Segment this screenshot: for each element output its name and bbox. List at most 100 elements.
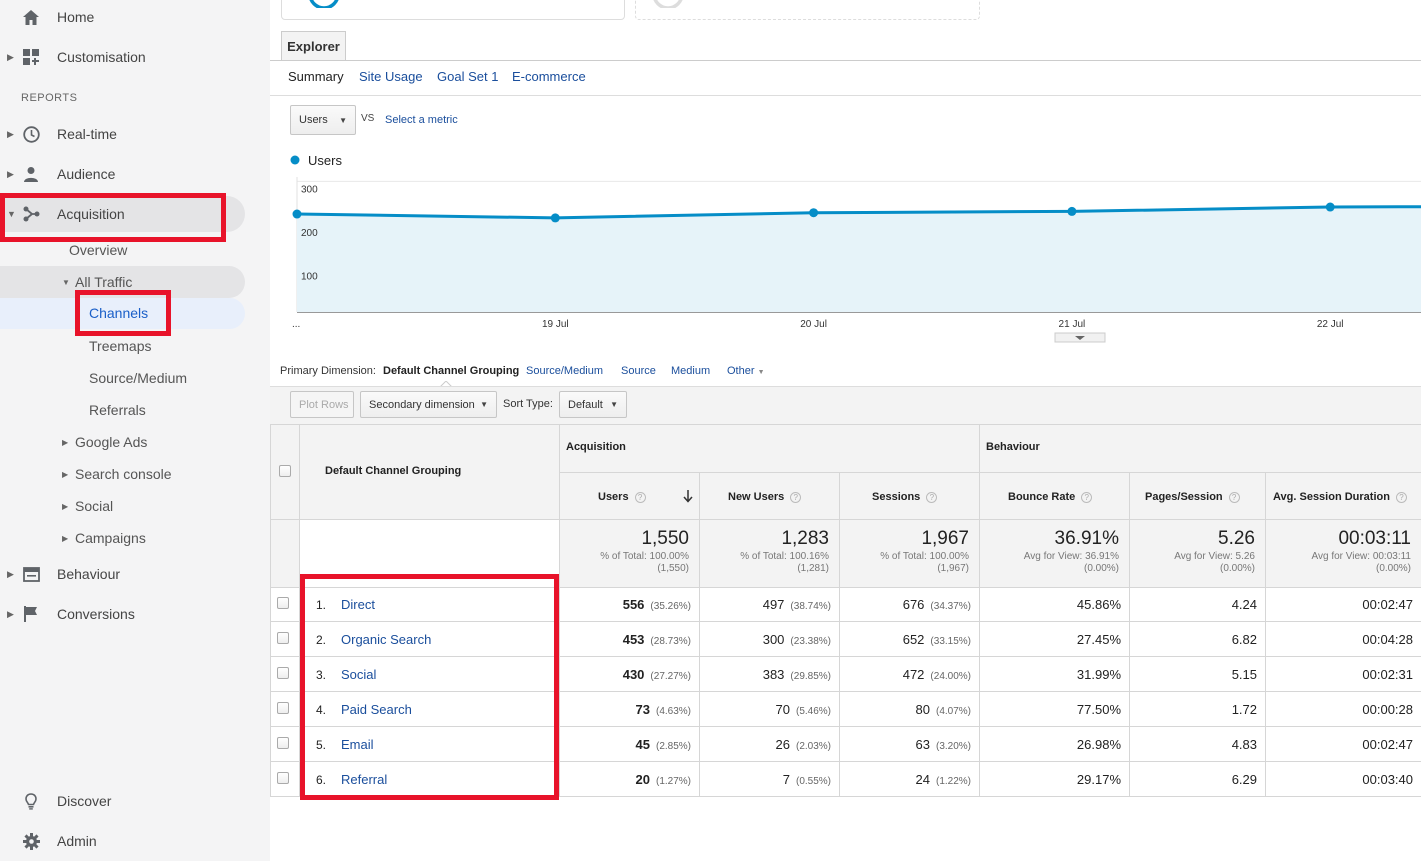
users-cell-value: 453 — [622, 632, 645, 647]
nav-source-medium[interactable]: Source/Medium — [89, 363, 187, 393]
channel-link[interactable]: Paid Search — [341, 702, 412, 717]
nav-discover[interactable]: Discover — [0, 784, 270, 818]
total-note-line: (1,550) — [657, 563, 689, 574]
col-header-avg-session-duration[interactable]: Avg. Session Duration? — [1273, 491, 1407, 503]
secondary-dimension-select[interactable]: Secondary dimension ▼ — [360, 391, 497, 418]
dropdown-arrow-icon: ▼ — [610, 400, 618, 409]
dimension-source[interactable]: Source — [621, 365, 656, 377]
data-point[interactable] — [292, 209, 302, 219]
users-cell-percent: (28.73%) — [650, 636, 691, 647]
sort-type-label: Sort Type: — [503, 398, 553, 410]
row-checkbox[interactable] — [277, 632, 289, 644]
tab-explorer[interactable]: Explorer — [281, 31, 346, 61]
users-cell-percent: (35.26%) — [650, 601, 691, 612]
subtab-divider — [270, 95, 1421, 96]
col-header-pages-session[interactable]: Pages/Session? — [1145, 491, 1240, 503]
nav-all-traffic[interactable]: ▼ All Traffic — [0, 267, 245, 297]
totals-label-cell — [299, 519, 559, 587]
channel-link[interactable]: Referral — [341, 772, 387, 787]
channel-link[interactable]: Direct — [341, 597, 375, 612]
total-note-line: % of Total: 100.00% — [880, 551, 969, 562]
nav-audience[interactable]: ▶ Audience — [0, 157, 270, 191]
x-tick-label: 19 Jul — [542, 319, 569, 330]
nav-acquisition[interactable]: ▼ Acquisition — [0, 197, 270, 231]
select-metric-link[interactable]: Select a metric — [385, 114, 458, 126]
nav-home[interactable]: Home — [0, 0, 270, 34]
sessions-cell: 676 (34.37%) — [903, 597, 971, 612]
lightbulb-icon — [21, 791, 41, 811]
channel-link[interactable]: Organic Search — [341, 632, 431, 647]
y-tick-label: 300 — [301, 184, 318, 195]
nav-conversions-label: Conversions — [57, 606, 135, 622]
col-header-bounce-rate[interactable]: Bounce Rate? — [1008, 491, 1093, 503]
data-point[interactable] — [550, 213, 560, 223]
col-header-new-users[interactable]: New Users? — [728, 491, 802, 503]
total-users-note: % of Total: 100.00% (1,550) — [600, 551, 689, 575]
subtab-summary[interactable]: Summary — [288, 69, 344, 84]
row-checkbox[interactable] — [277, 667, 289, 679]
help-icon[interactable]: ? — [926, 491, 938, 503]
total-note-line: % of Total: 100.16% — [740, 551, 829, 562]
total-pages-session-note: Avg for View: 5.26 (0.00%) — [1174, 551, 1255, 575]
total-note-line: Avg for View: 36.91% — [1023, 551, 1119, 562]
nav-google-ads[interactable]: ▶ Google Ads — [0, 427, 245, 457]
subtab-goal-set-1[interactable]: Goal Set 1 — [437, 69, 498, 84]
metric-select[interactable]: Users ▼ — [290, 105, 356, 135]
subtab-ecommerce[interactable]: E-commerce — [512, 69, 586, 84]
new-users-cell-value: 26 — [775, 737, 790, 752]
nav-campaigns[interactable]: ▶ Campaigns — [0, 523, 245, 553]
data-point[interactable] — [809, 208, 819, 218]
new-users-cell-percent: (2.03%) — [795, 741, 831, 752]
select-all-checkbox[interactable] — [279, 465, 291, 477]
dimension-source-medium[interactable]: Source/Medium — [526, 365, 603, 377]
col-header-users[interactable]: Users? — [598, 490, 693, 503]
data-point[interactable] — [1067, 206, 1077, 216]
col-header-sessions[interactable]: Sessions? — [872, 491, 938, 503]
dimension-other[interactable]: Other ▼ — [727, 365, 765, 377]
help-icon[interactable]: ? — [1081, 491, 1093, 503]
help-icon[interactable]: ? — [790, 491, 802, 503]
nav-customisation[interactable]: ▶ Customisation — [0, 40, 270, 74]
reports-header: REPORTS — [21, 92, 78, 104]
row-checkbox[interactable] — [277, 597, 289, 609]
pages-session-cell: 6.29 — [1232, 772, 1257, 787]
row-checkbox[interactable] — [277, 737, 289, 749]
home-icon — [21, 7, 41, 27]
new-users-cell: 497 (38.74%) — [763, 597, 831, 612]
channel-link[interactable]: Email — [341, 737, 374, 752]
bounce-rate-cell: 26.98% — [1077, 737, 1121, 752]
nav-realtime-label: Real-time — [57, 126, 117, 142]
nav-realtime[interactable]: ▶ Real-time — [0, 117, 270, 151]
dimension-active[interactable]: Default Channel Grouping — [383, 365, 519, 377]
nav-overview[interactable]: Overview — [69, 235, 127, 265]
new-users-cell: 7 (0.55%) — [783, 772, 831, 787]
avg-session-duration-cell: 00:02:47 — [1362, 737, 1413, 752]
vs-label: VS — [361, 113, 375, 124]
channel-link[interactable]: Social — [341, 667, 376, 682]
nav-search-console[interactable]: ▶ Search console — [0, 459, 245, 489]
metric-select-value: Users — [299, 114, 328, 126]
avg-session-duration-cell-value: 00:00:28 — [1362, 702, 1413, 717]
data-point[interactable] — [1325, 202, 1335, 212]
nav-admin[interactable]: Admin — [0, 824, 270, 858]
subtab-site-usage[interactable]: Site Usage — [359, 69, 423, 84]
nav-channels[interactable]: Channels — [89, 298, 148, 328]
total-note-line: % of Total: 100.00% — [600, 551, 689, 562]
users-cell-value: 73 — [635, 702, 650, 717]
nav-referrals[interactable]: Referrals — [89, 395, 146, 425]
help-icon[interactable]: ? — [1228, 491, 1240, 503]
plot-rows-button[interactable]: Plot Rows — [290, 391, 354, 418]
totals-checkbox-column — [270, 519, 299, 587]
row-checkbox[interactable] — [277, 772, 289, 784]
nav-conversions[interactable]: ▶ Conversions — [0, 597, 270, 631]
sort-type-select[interactable]: Default ▼ — [559, 391, 627, 418]
nav-behaviour[interactable]: ▶ Behaviour — [0, 557, 270, 591]
avg-session-duration-cell-value: 00:03:40 — [1362, 772, 1413, 787]
dimension-column-header[interactable]: Default Channel Grouping — [325, 465, 461, 477]
nav-social[interactable]: ▶ Social — [0, 491, 245, 521]
help-icon[interactable]: ? — [1395, 491, 1407, 503]
help-icon[interactable]: ? — [634, 491, 646, 503]
dimension-medium[interactable]: Medium — [671, 365, 710, 377]
nav-treemaps[interactable]: Treemaps — [89, 331, 152, 361]
row-checkbox[interactable] — [277, 702, 289, 714]
